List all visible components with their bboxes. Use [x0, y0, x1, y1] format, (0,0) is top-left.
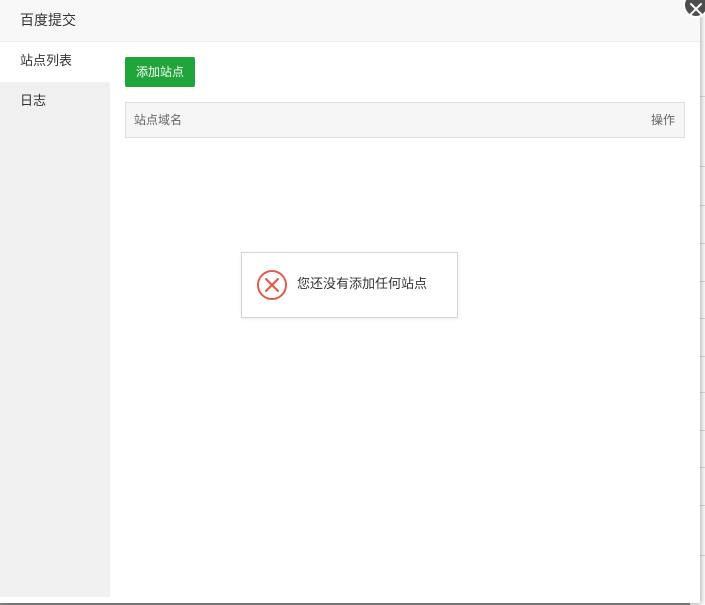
error-circle-icon	[256, 269, 288, 305]
sidebar-item-label: 站点列表	[20, 54, 73, 69]
sidebar-item-log[interactable]: 日志	[0, 82, 110, 122]
column-header-domain: 站点域名	[134, 113, 183, 127]
sidebar: 站点列表 日志	[0, 42, 110, 597]
sidebar-item-label: 日志	[20, 94, 47, 109]
sidebar-item-site-list[interactable]: 站点列表	[0, 42, 110, 82]
main-panel: 添加站点 站点域名 操作	[110, 42, 700, 597]
site-table: 站点域名 操作	[125, 102, 685, 138]
close-icon	[690, 3, 702, 15]
dialog-title: 百度提交	[20, 13, 76, 29]
toast-message: 您还没有添加任何站点	[297, 277, 428, 292]
dialog-header: 百度提交	[0, 0, 700, 42]
table-header: 站点域名 操作	[126, 103, 684, 137]
empty-state-toast: 您还没有添加任何站点	[241, 252, 458, 318]
add-site-button[interactable]: 添加站点	[125, 57, 195, 87]
column-header-actions: 操作	[650, 113, 675, 127]
